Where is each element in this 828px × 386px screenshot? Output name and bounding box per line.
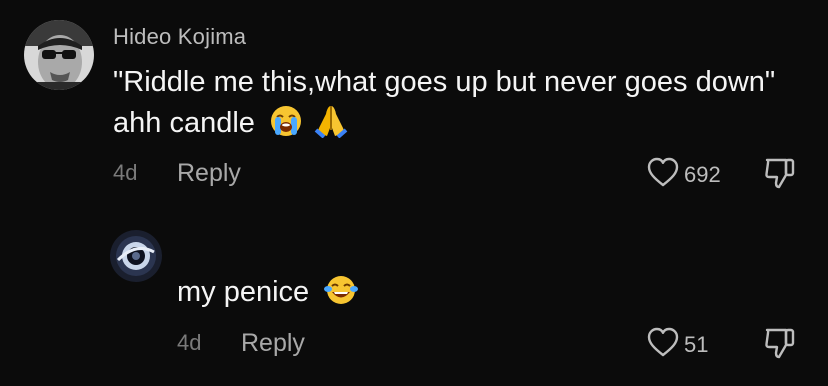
folded-hands-icon (313, 104, 349, 150)
heart-outline-icon (646, 156, 680, 193)
heart-outline-icon (646, 326, 680, 363)
loudly-crying-face-icon (269, 104, 303, 150)
reply-like-count: 51 (684, 331, 709, 357)
reply-dislike-button[interactable] (762, 326, 798, 365)
reply-avatar[interactable] (110, 230, 162, 282)
reply-meta: 4d Reply (177, 328, 305, 358)
reply-comment-text: my penice (177, 276, 310, 308)
face-with-tears-of-joy-icon (323, 273, 359, 319)
reply-reply-button[interactable]: Reply (241, 329, 305, 358)
comment-text: "Riddle me this,what goes up but never g… (113, 66, 776, 139)
thumbs-down-icon (762, 328, 798, 364)
comment-body: "Riddle me this,what goes up but never g… (113, 62, 803, 150)
commenter-avatar[interactable] (24, 20, 94, 90)
reply-like-button[interactable]: 51 (646, 326, 708, 363)
like-count: 692 (684, 161, 721, 187)
like-button[interactable]: 692 (646, 156, 721, 193)
reply-button[interactable]: Reply (177, 159, 241, 188)
reply-timestamp: 4d (177, 330, 202, 355)
comment-meta: 4d Reply (113, 158, 241, 188)
thumbs-down-icon (762, 158, 798, 194)
commenter-username[interactable]: Hideo Kojima (113, 24, 246, 50)
comments-panel: Hideo Kojima "Riddle me this,what goes u… (0, 0, 828, 386)
comment-timestamp: 4d (113, 160, 138, 185)
dislike-button[interactable] (762, 156, 798, 195)
reply-body: my penice (177, 272, 359, 319)
